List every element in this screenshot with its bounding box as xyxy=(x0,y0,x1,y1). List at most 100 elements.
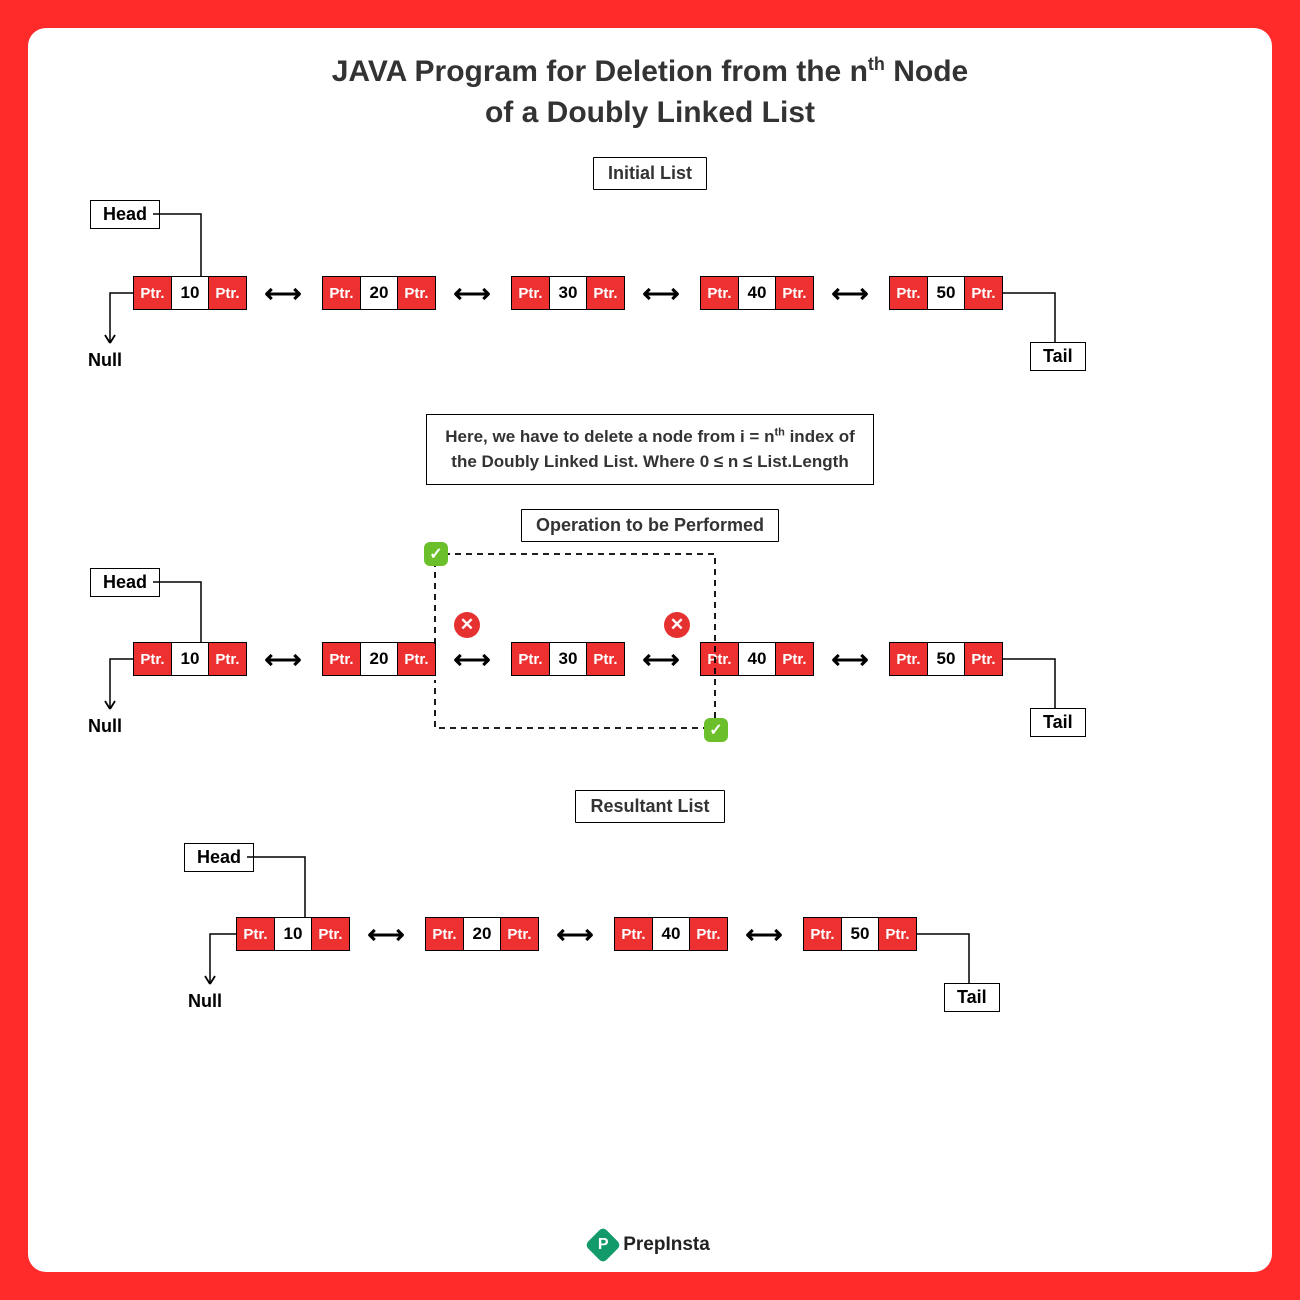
ptr-cell: Ptr. xyxy=(964,643,1002,675)
val-cell: 50 xyxy=(928,643,964,675)
ptr-cell: Ptr. xyxy=(500,918,538,950)
node-1: Ptr. 10 Ptr. xyxy=(133,642,247,676)
node-3-deleted: Ptr. 30 Ptr. xyxy=(511,642,625,676)
double-arrow: ⟷ xyxy=(361,924,411,944)
val-cell: 10 xyxy=(172,277,208,309)
double-arrow: ⟷ xyxy=(550,924,600,944)
operation-area: Head Ptr. 10 Ptr. ⟷ Ptr. 20 Ptr. ⟷ Ptr. … xyxy=(28,542,1272,782)
node-5: Ptr. 50 Ptr. xyxy=(889,276,1003,310)
check-icon: ✓ xyxy=(704,718,728,742)
initial-list-area: Head Ptr. 10 Ptr. ⟷ Ptr. 20 Ptr. ⟷ Ptr. … xyxy=(28,190,1272,400)
ptr-cell: Ptr. xyxy=(890,277,928,309)
section-operation-label: Operation to be Performed xyxy=(521,509,779,542)
title-text-c: of a Doubly Linked List xyxy=(485,96,815,129)
head-label: Head xyxy=(90,568,160,597)
brand-text: PrepInsta xyxy=(623,1234,710,1256)
ptr-cell: Ptr. xyxy=(134,277,172,309)
page-title: JAVA Program for Deletion from the nth N… xyxy=(28,28,1272,133)
node-3: Ptr. 40 Ptr. xyxy=(614,917,728,951)
info-text-b: index of xyxy=(785,427,855,446)
diagram-canvas: JAVA Program for Deletion from the nth N… xyxy=(28,28,1272,1272)
ptr-cell: Ptr. xyxy=(689,918,727,950)
double-arrow: ⟷ xyxy=(636,283,686,303)
val-cell: 40 xyxy=(653,918,689,950)
ptr-cell: Ptr. xyxy=(397,277,435,309)
double-arrow-removed: ⟷ xyxy=(447,649,497,669)
node-5: Ptr. 50 Ptr. xyxy=(889,642,1003,676)
ptr-cell: Ptr. xyxy=(775,643,813,675)
ptr-cell: Ptr. xyxy=(323,643,361,675)
ptr-cell: Ptr. xyxy=(208,643,246,675)
info-sup: th xyxy=(774,426,784,438)
ptr-cell: Ptr. xyxy=(134,643,172,675)
info-box: Here, we have to delete a node from i = … xyxy=(426,414,874,485)
title-text-a: JAVA Program for Deletion from the n xyxy=(332,55,868,88)
tail-label: Tail xyxy=(944,983,1000,1012)
double-arrow: ⟷ xyxy=(258,283,308,303)
ptr-cell: Ptr. xyxy=(890,643,928,675)
double-arrow: ⟷ xyxy=(739,924,789,944)
val-cell: 50 xyxy=(928,277,964,309)
double-arrow: ⟷ xyxy=(825,283,875,303)
head-label: Head xyxy=(184,843,254,872)
val-cell: 40 xyxy=(739,643,775,675)
val-cell: 40 xyxy=(739,277,775,309)
double-arrow: ⟷ xyxy=(258,649,308,669)
ptr-cell: Ptr. xyxy=(701,643,739,675)
null-label: Null xyxy=(188,991,222,1012)
double-arrow: ⟷ xyxy=(825,649,875,669)
ptr-cell: Ptr. xyxy=(586,277,624,309)
val-cell: 10 xyxy=(275,918,311,950)
node-2: Ptr. 20 Ptr. xyxy=(425,917,539,951)
double-arrow-removed: ⟷ xyxy=(636,649,686,669)
brand: P PrepInsta xyxy=(28,1232,1272,1258)
node-4: Ptr. 40 Ptr. xyxy=(700,276,814,310)
ptr-cell: Ptr. xyxy=(323,277,361,309)
ptr-cell: Ptr. xyxy=(311,918,349,950)
node-3: Ptr. 30 Ptr. xyxy=(511,276,625,310)
brand-logo-icon: P xyxy=(585,1227,622,1264)
double-arrow: ⟷ xyxy=(447,283,497,303)
title-text-b: Node xyxy=(885,55,968,88)
tail-label: Tail xyxy=(1030,708,1086,737)
val-cell: 20 xyxy=(361,643,397,675)
node-2: Ptr. 20 Ptr. xyxy=(322,276,436,310)
section-result-label: Resultant List xyxy=(575,790,724,823)
tail-label: Tail xyxy=(1030,342,1086,371)
null-label: Null xyxy=(88,716,122,737)
ptr-cell: Ptr. xyxy=(586,643,624,675)
ptr-cell: Ptr. xyxy=(208,277,246,309)
title-sup: th xyxy=(868,54,885,74)
ptr-cell: Ptr. xyxy=(701,277,739,309)
cross-icon: ✕ xyxy=(664,612,690,638)
ptr-cell: Ptr. xyxy=(512,643,550,675)
ptr-cell: Ptr. xyxy=(237,918,275,950)
info-text-c: the Doubly Linked List. Where 0 ≤ n ≤ Li… xyxy=(451,452,848,471)
check-icon: ✓ xyxy=(424,542,448,566)
ptr-cell: Ptr. xyxy=(426,918,464,950)
node-4: Ptr. 50 Ptr. xyxy=(803,917,917,951)
ptr-cell: Ptr. xyxy=(775,277,813,309)
null-label: Null xyxy=(88,350,122,371)
ptr-cell: Ptr. xyxy=(804,918,842,950)
ptr-cell: Ptr. xyxy=(512,277,550,309)
head-label: Head xyxy=(90,200,160,229)
val-cell: 20 xyxy=(464,918,500,950)
ptr-cell: Ptr. xyxy=(397,643,435,675)
ptr-cell: Ptr. xyxy=(964,277,1002,309)
ptr-cell: Ptr. xyxy=(878,918,916,950)
node-4: Ptr. 40 Ptr. xyxy=(700,642,814,676)
node-1: Ptr. 10 Ptr. xyxy=(236,917,350,951)
val-cell: 10 xyxy=(172,643,208,675)
result-list-area: Head Ptr. 10 Ptr. ⟷ Ptr. 20 Ptr. ⟷ Ptr. … xyxy=(28,823,1272,1043)
val-cell: 30 xyxy=(550,277,586,309)
cross-icon: ✕ xyxy=(454,612,480,638)
val-cell: 30 xyxy=(550,643,586,675)
section-initial-label: Initial List xyxy=(593,157,707,190)
info-text-a: Here, we have to delete a node from i = … xyxy=(445,427,774,446)
val-cell: 20 xyxy=(361,277,397,309)
node-2: Ptr. 20 Ptr. xyxy=(322,642,436,676)
val-cell: 50 xyxy=(842,918,878,950)
ptr-cell: Ptr. xyxy=(615,918,653,950)
node-1: Ptr. 10 Ptr. xyxy=(133,276,247,310)
